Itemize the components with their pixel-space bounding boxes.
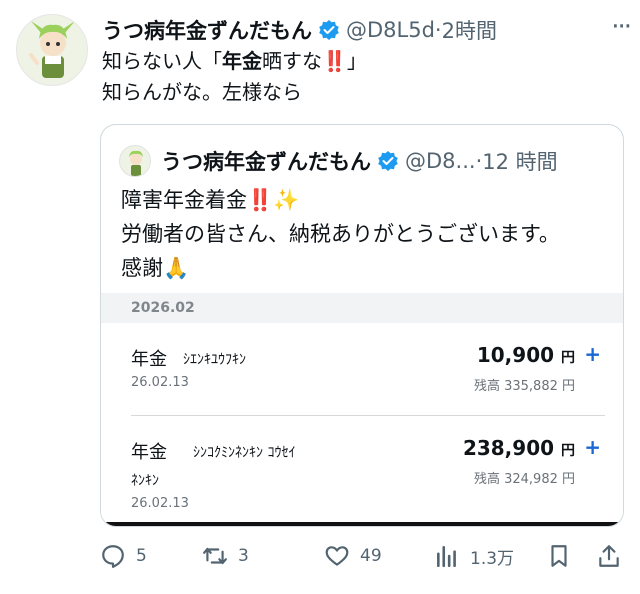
more-options-icon[interactable]: ··· (611, 12, 632, 42)
quoted-text-line-3: 感謝🙏 (121, 251, 560, 285)
amount-value: 238,900 (462, 436, 555, 460)
quoted-tweet[interactable]: うつ病年金ずんだもん @D8... · 12 時間 障害年金着金‼️✨ 労働者の… (100, 124, 624, 527)
tweet-text-line-2: 知らんがな。左様なら (102, 80, 302, 104)
quoted-author-name[interactable]: うつ病年金ずんだもん (161, 146, 371, 176)
transaction-type: 年金 (131, 442, 167, 463)
zundamon-avatar-image (29, 21, 75, 78)
text-segment: 知らない人「 (102, 49, 222, 73)
transaction-date: 26.02.13 (131, 375, 189, 390)
transaction-type: 年金 (131, 349, 167, 370)
transaction-amount: 238,900 円 (463, 436, 575, 460)
currency-label: 円 (561, 443, 575, 459)
like-count: 49 (360, 546, 382, 566)
reply-icon (102, 545, 124, 568)
views-icon (437, 546, 456, 568)
zundamon-avatar-small-image (129, 150, 143, 176)
author-handle[interactable]: @D8L5d (346, 18, 435, 42)
author-name[interactable]: うつ病年金ずんだもん (102, 15, 312, 45)
transaction-description-cont: ﾈﾝｷﾝ (131, 473, 159, 489)
bookmark-icon (551, 545, 567, 567)
transaction-description: ｼﾝｺｸﾐﾝﾈﾝｷﾝ ｺｳｾｲ (193, 445, 296, 461)
retweet-icon (203, 547, 227, 565)
views-button[interactable]: 1.3万 (434, 538, 514, 574)
transaction-description: ｼｴﾝｷﾕｳﾌｷﾝ (183, 352, 246, 368)
transaction-amount: 10,900 円 (477, 343, 575, 367)
action-bar: 5 3 49 1.3万 (100, 538, 630, 574)
separator-dot: · (475, 149, 483, 173)
transaction-balance: 残高 335,882 円 (473, 379, 575, 394)
folded-hands-emoji: 🙏 (163, 256, 190, 280)
plus-icon: + (584, 435, 601, 459)
amount-value: 10,900 (476, 343, 555, 367)
quoted-timestamp[interactable]: 12 時間 (482, 146, 557, 176)
quoted-tweet-header: うつ病年金ずんだもん @D8... · 12 時間 (119, 145, 558, 177)
avatar[interactable] (16, 14, 88, 86)
attached-image[interactable]: 2026.02 年金 ｼｴﾝｷﾕｳﾌｷﾝ 26.02.13 10,900 円 +… (101, 293, 623, 526)
verified-badge-icon (377, 150, 399, 172)
quoted-avatar (119, 145, 151, 177)
statement-month: 2026.02 (131, 300, 195, 316)
post-timestamp[interactable]: 2時間 (442, 15, 497, 45)
text-bold-segment: 年金 (222, 49, 262, 73)
text-segment: 晒すな (262, 49, 322, 73)
reply-count: 5 (136, 546, 147, 566)
reply-button[interactable]: 5 (100, 538, 147, 574)
transaction-row: 年金 ｼﾝｺｸﾐﾝﾈﾝｷﾝ ｺｳｾｲ ﾈﾝｷﾝ 26.02.13 238,900… (101, 416, 623, 522)
sparkles-emoji: ✨ (273, 188, 300, 212)
views-count: 1.3万 (470, 548, 515, 569)
text-segment: 」 (346, 49, 367, 73)
quoted-text-line-1: 障害年金着金‼️✨ (121, 183, 560, 217)
plus-icon: + (584, 342, 601, 366)
currency-label: 円 (561, 350, 575, 366)
transaction-balance: 残高 324,982 円 (473, 472, 575, 487)
quoted-text-line-2: 労働者の皆さん、納税ありがとうございます。 (121, 222, 560, 246)
share-button[interactable] (596, 538, 632, 574)
image-bottom-edge (101, 522, 623, 526)
statement-month-header: 2026.02 (101, 293, 623, 323)
like-button[interactable]: 49 (324, 538, 382, 574)
quoted-tweet-text: 障害年金着金‼️✨ 労働者の皆さん、納税ありがとうございます。 感謝🙏 (121, 183, 560, 285)
tweet-text: 知らない人「年金晒すな‼️」 知らんがな。左様なら (102, 46, 367, 108)
transaction-row: 年金 ｼｴﾝｷﾕｳﾌｷﾝ 26.02.13 10,900 円 + 残高 335,… (101, 323, 623, 415)
text-segment: 障害年金着金 (121, 188, 247, 212)
transaction-date: 26.02.13 (131, 496, 189, 511)
bookmark-button[interactable] (546, 538, 582, 574)
tweet-header: うつ病年金ずんだもん @D8L5d · 2時間 (102, 14, 630, 46)
heart-icon (325, 546, 349, 566)
text-segment: 感謝 (121, 256, 163, 280)
share-icon (599, 545, 619, 567)
retweet-count: 3 (238, 546, 249, 566)
retweet-button[interactable]: 3 (202, 538, 249, 574)
quoted-author-handle[interactable]: @D8... (405, 149, 476, 173)
double-exclamation-emoji: ‼️ (322, 49, 347, 73)
verified-badge-icon (318, 19, 340, 41)
tweet-text-line-1: 知らない人「年金晒すな‼️」 (102, 46, 367, 77)
separator-dot: · (434, 18, 442, 42)
double-exclamation-emoji: ‼️ (247, 188, 274, 212)
